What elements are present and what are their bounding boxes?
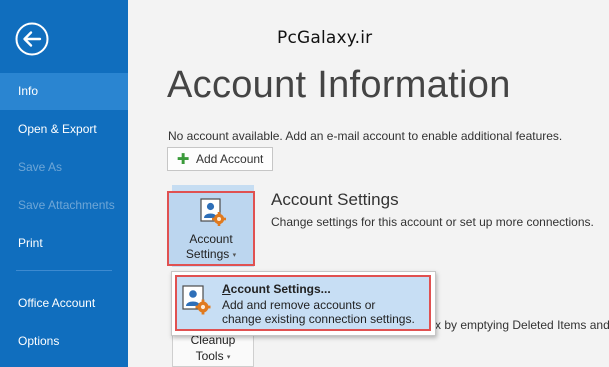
add-account-label: Add Account: [196, 152, 264, 166]
nav-item-info[interactable]: Info: [0, 73, 128, 110]
cleanup-tools-label-line2: Tools ▾: [195, 349, 231, 363]
back-button[interactable]: [15, 22, 49, 56]
menu-item-description: Add and remove accounts or change existi…: [222, 298, 415, 326]
backstage-nav: Info Open & Export Save As Save Attachme…: [0, 0, 128, 367]
menu-item-account-settings[interactable]: Account Settings... Add and remove accou…: [175, 275, 431, 331]
account-settings-description: Change settings for this account or set …: [271, 215, 594, 229]
mailbox-cleanup-description: x by emptying Deleted Items and: [435, 318, 609, 332]
nav-item-save-as: Save As: [18, 160, 63, 174]
account-settings-button[interactable]: Account Settings ▾: [167, 191, 255, 266]
account-settings-icon: [182, 285, 212, 320]
nav-item-open-export[interactable]: Open & Export: [0, 111, 128, 148]
account-settings-dropdown: Account Settings... Add and remove accou…: [171, 271, 436, 336]
nav-item-save-attachments: Save Attachments: [18, 198, 115, 212]
nav-item-print[interactable]: Print: [0, 225, 128, 262]
nav-divider: [16, 270, 112, 271]
dropdown-caret-icon: ▾: [232, 251, 237, 259]
account-settings-icon: [200, 198, 226, 229]
account-settings-tile-label-line1: Account: [189, 232, 233, 246]
nav-item-options[interactable]: Options: [0, 323, 128, 360]
menu-item-title: Account Settings...: [222, 282, 331, 296]
watermark-text: PcGalaxy.ir: [277, 28, 373, 48]
account-settings-heading: Account Settings: [271, 190, 399, 209]
no-account-message: No account available. Add an e-mail acco…: [168, 129, 563, 143]
nav-item-office-account[interactable]: Office Account: [0, 285, 128, 322]
page-title: Account Information: [167, 64, 511, 106]
add-account-button[interactable]: ✚ Add Account: [167, 147, 273, 171]
plus-icon: ✚: [176, 150, 190, 168]
account-settings-tile-label-line2: Settings ▾: [185, 247, 237, 261]
dropdown-caret-icon: ▾: [226, 353, 231, 361]
back-arrow-icon: [15, 22, 49, 56]
